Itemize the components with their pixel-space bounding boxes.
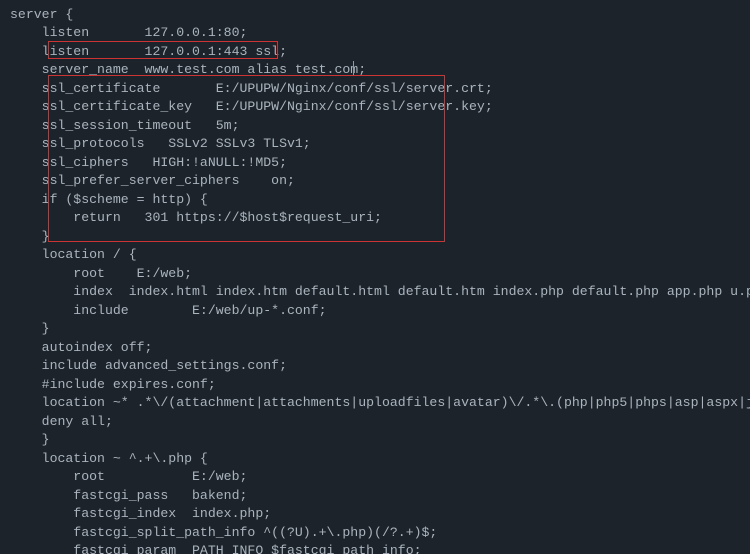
nginx-config: server { listen 127.0.0.1:80; listen 127… xyxy=(10,7,750,554)
code-block: server { listen 127.0.0.1:80; listen 127… xyxy=(0,0,750,554)
text-cursor xyxy=(353,61,354,75)
